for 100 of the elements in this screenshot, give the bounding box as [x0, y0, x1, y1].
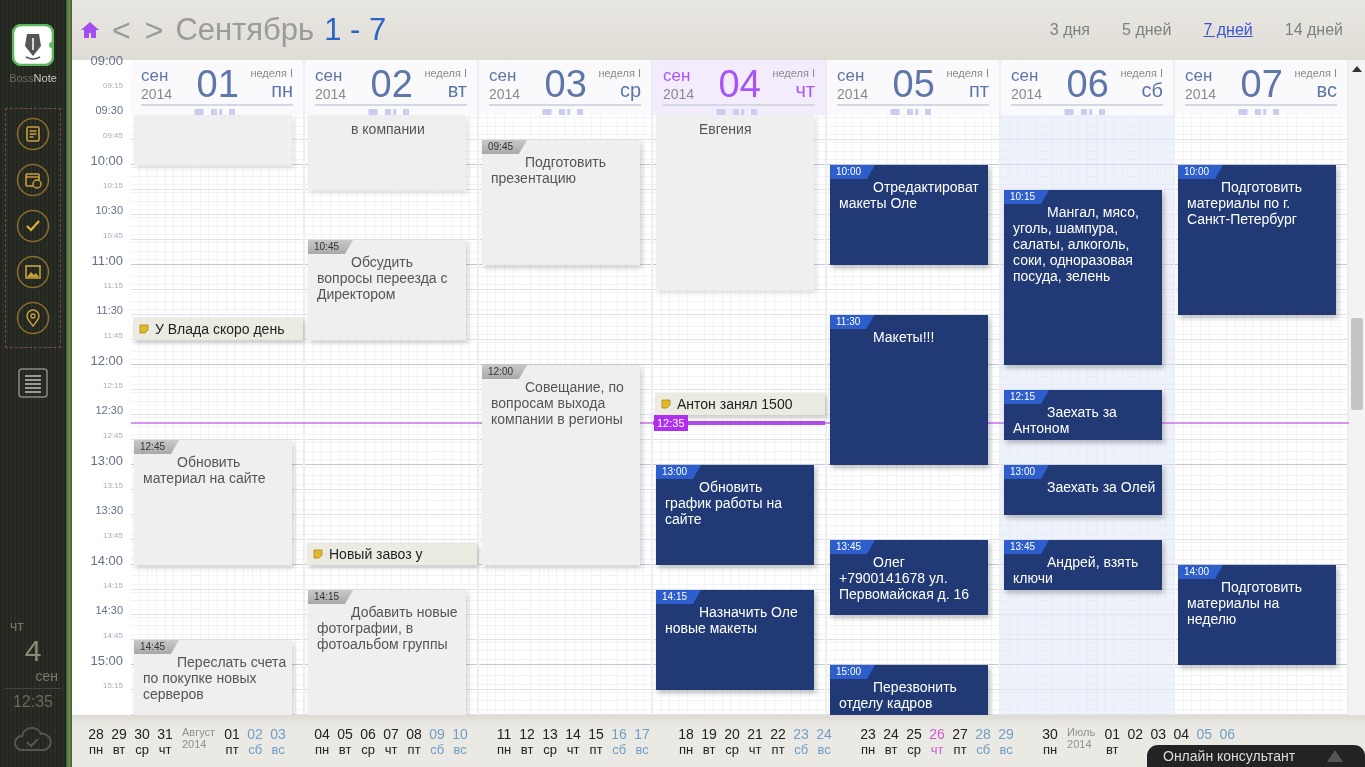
event-card[interactable]: 10:00 Подготовить материалы по г. Санкт-Петербург: [1178, 165, 1336, 315]
day-month: сен: [1011, 66, 1040, 86]
day-month: сен: [1185, 66, 1214, 86]
brand-name: BossNote: [9, 72, 57, 84]
event-card[interactable]: 13:00 Обновить график работы на сайте: [656, 465, 814, 565]
event-card[interactable]: 13:00 Заехать за Олей: [1004, 465, 1162, 515]
mini-day[interactable]: 23 пн: [858, 725, 879, 757]
day-weekday: пт: [969, 78, 989, 102]
event-time: 09:45: [482, 140, 528, 154]
note-text: Новый завоз у: [329, 546, 423, 562]
mini-day[interactable]: 30 пн: [1040, 725, 1061, 757]
event-text: Евгения: [698, 121, 753, 137]
event-card[interactable]: 10:15 Мангал, мясо, уголь, шампура, салаты, алкоголь, соки, одноразовая посуда, зелень: [1004, 190, 1162, 365]
event-card[interactable]: 14:00 Подготовить материалы на неделю: [1178, 565, 1336, 665]
online-consultant-button[interactable]: Онлайн консультант: [1147, 745, 1365, 767]
event-card[interactable]: 09:45 Подготовить презентацию: [482, 140, 640, 265]
event-card[interactable]: 15:00 Перезвонить отделу кадров: [830, 665, 988, 715]
mini-day[interactable]: 31 чт: [155, 725, 175, 757]
triangle-icon: [1327, 750, 1343, 762]
check-icon[interactable]: [16, 209, 50, 243]
event-card[interactable]: 14:45 Переслать счета по покупке новых серверов: [134, 640, 292, 715]
event-time: 10:00: [1178, 165, 1224, 179]
time-label: 11:30: [96, 303, 123, 316]
mini-day[interactable]: 04: [1171, 725, 1192, 742]
mini-day[interactable]: 15 пт: [586, 725, 607, 757]
mini-day[interactable]: 18 пн: [676, 725, 697, 757]
time-label: 14:45: [102, 630, 123, 640]
mini-day[interactable]: 07 чт: [381, 725, 402, 757]
mini-day[interactable]: 19 вт: [699, 725, 720, 757]
list-icon[interactable]: [18, 368, 48, 398]
reminder-note[interactable]: Антон занял 1500: [655, 393, 825, 415]
event-card[interactable]: 10:45 Обсудить вопросы переезда с Директором: [308, 240, 466, 340]
day-weekday: чт: [795, 78, 815, 102]
event-time: 14:00: [1178, 565, 1224, 579]
event-text: в компании: [350, 121, 426, 137]
event-card[interactable]: в компании: [308, 115, 466, 190]
current-time-marker: 12:35: [654, 415, 688, 431]
time-label: 14:15: [102, 580, 123, 590]
event-card[interactable]: 13:45 Андрей, взять ключи: [1004, 540, 1162, 590]
mini-day[interactable]: 02: [1125, 725, 1146, 742]
calendar-clock-icon[interactable]: [16, 163, 50, 197]
mini-day[interactable]: 25 ср: [904, 725, 925, 757]
week-label: неделя I: [598, 66, 641, 79]
view-tab[interactable]: 7 дней: [1203, 21, 1253, 39]
mini-day[interactable]: 12 вт: [517, 725, 538, 757]
mini-day[interactable]: 13 ср: [540, 725, 561, 757]
event-card[interactable]: 13:45 Олег +7900141678 ул. Первомайская д. 16: [830, 540, 988, 615]
event-time: 14:15: [656, 590, 702, 604]
event-card[interactable]: 11:30 Макеты!!!: [830, 315, 988, 465]
image-icon[interactable]: [16, 255, 50, 289]
pen-nib-logo-icon[interactable]: [12, 24, 54, 66]
mini-day[interactable]: 01 вт: [1102, 725, 1123, 757]
note-icon[interactable]: [16, 117, 50, 151]
time-label: 13:15: [102, 480, 123, 490]
time-label: 15:15: [102, 680, 123, 690]
mini-day[interactable]: 24 вт: [881, 725, 902, 757]
time-label: 13:45: [102, 530, 123, 540]
mini-day[interactable]: 03: [1148, 725, 1169, 742]
event-card[interactable]: 10:00 Отредактироват макеты Оле: [830, 165, 988, 265]
mini-day[interactable]: 22 пт: [768, 725, 789, 757]
mini-day[interactable]: 01 пт: [222, 725, 243, 757]
scrollbar[interactable]: [1349, 60, 1365, 715]
time-label: 09:00: [90, 52, 123, 68]
mini-day[interactable]: 11 пн: [494, 725, 515, 757]
time-label: 12:30: [95, 403, 123, 416]
event-text: Заехать за Антоном: [1013, 404, 1118, 436]
time-label: 12:45: [102, 430, 123, 440]
event-text: Отредактироват макеты Оле: [839, 179, 980, 211]
mini-day[interactable]: 21 чт: [745, 725, 766, 757]
event-time: 14:45: [134, 640, 180, 654]
scroll-thumb[interactable]: [1351, 318, 1363, 410]
mini-day[interactable]: 05 вт: [335, 725, 356, 757]
reminder-note[interactable]: Новый завоз у: [307, 543, 477, 565]
event-card[interactable]: 14:15 Добавить новые фотографии, в фотоальбом группы: [308, 590, 466, 715]
mini-day[interactable]: 14 чт: [563, 725, 584, 757]
time-label: 14:00: [90, 552, 123, 568]
event-card[interactable]: 12:00 Совещание, по вопросам выхода компании в регионы: [482, 365, 640, 565]
mini-day[interactable]: 29 вт: [109, 725, 129, 757]
date-range: 1 - 7: [324, 12, 387, 48]
mini-day[interactable]: 20 ср: [722, 725, 743, 757]
event-card[interactable]: 12:15 Заехать за Антоном: [1004, 390, 1162, 440]
mini-day[interactable]: 28 пн: [86, 725, 106, 757]
mini-day[interactable]: 30 ср: [132, 725, 152, 757]
cloud-check-icon[interactable]: [13, 727, 53, 753]
reminder-note[interactable]: У Влада скоро день: [133, 318, 303, 340]
day-number: 07: [1239, 62, 1284, 106]
mini-day[interactable]: 27 пт: [950, 725, 971, 757]
event-card[interactable]: Евгения: [656, 115, 814, 290]
time-label: 11:00: [91, 252, 123, 268]
mini-day[interactable]: 06 ср: [358, 725, 379, 757]
scroll-up-icon[interactable]: [1352, 66, 1362, 72]
event-card[interactable]: 14:15 Назначить Оле новые макеты: [656, 590, 814, 690]
mini-day[interactable]: 04 пн: [312, 725, 333, 757]
event-time: 14:15: [308, 590, 354, 604]
today-date: 4: [24, 634, 42, 668]
event-card[interactable]: 12:45 Обновить материал на сайте: [134, 440, 292, 565]
event-time: 13:00: [656, 465, 702, 479]
home-icon[interactable]: [80, 20, 100, 40]
mini-day[interactable]: 08 пт: [404, 725, 425, 757]
location-pin-icon[interactable]: [16, 301, 50, 335]
